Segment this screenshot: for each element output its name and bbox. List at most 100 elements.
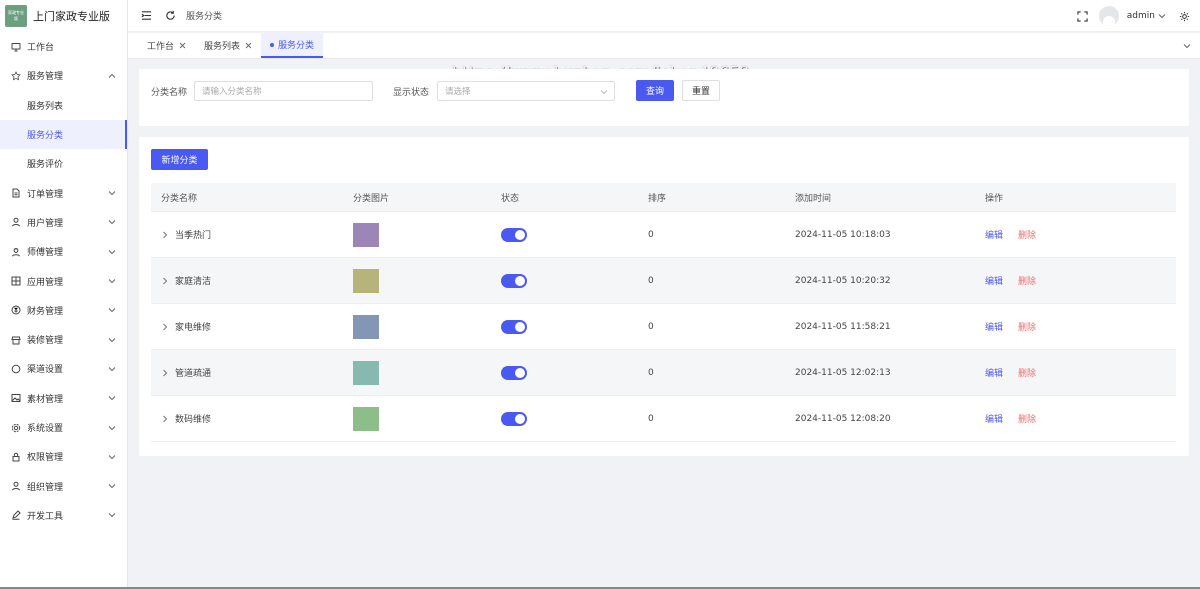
- sidebar-item-9[interactable]: 财务管理: [0, 296, 127, 325]
- refresh-icon[interactable]: [164, 10, 176, 22]
- cell-status: [501, 319, 648, 334]
- category-thumbnail[interactable]: [353, 222, 379, 247]
- sidebar-item-11[interactable]: 渠道设置: [0, 354, 127, 383]
- sidebar-item-6[interactable]: 用户管理: [0, 208, 127, 237]
- sidebar-item-label: 渠道设置: [27, 365, 64, 376]
- brand[interactable]: 家政专业版 上门家政专业版: [0, 0, 127, 32]
- sidebar-item-3[interactable]: 服务分类: [0, 119, 127, 150]
- sidebar-item-7[interactable]: 师傅管理: [0, 237, 127, 266]
- category-name-placeholder: 请输入分类名称: [202, 87, 262, 97]
- cell-sort: 0: [648, 229, 654, 240]
- chevron-down-icon: [108, 484, 116, 489]
- sidebar-item-13[interactable]: 系统设置: [0, 413, 127, 442]
- add-category-button[interactable]: 新增分类: [151, 149, 208, 170]
- sidebar-item-14[interactable]: 权限管理: [0, 442, 127, 471]
- sidebar-item-2[interactable]: 服务列表: [0, 91, 127, 120]
- category-thumbnail[interactable]: [353, 314, 379, 339]
- sidebar-item-5[interactable]: 订单管理: [0, 178, 127, 207]
- close-icon[interactable]: [179, 42, 186, 49]
- cell-time: 2024-11-05 10:20:32: [795, 275, 891, 286]
- delete-link[interactable]: 删除: [1018, 366, 1036, 379]
- edit-link[interactable]: 编辑: [985, 320, 1003, 333]
- sidebar-item-12[interactable]: 素材管理: [0, 384, 127, 413]
- col-header-time: 添加时间: [795, 193, 832, 204]
- sidebar-item-10[interactable]: 装修管理: [0, 325, 127, 354]
- display-status-select[interactable]: 请选择: [437, 81, 615, 101]
- cell-status: [501, 273, 648, 288]
- person-icon: [11, 481, 21, 491]
- tab-2[interactable]: 服务分类: [261, 33, 324, 58]
- status-toggle[interactable]: [501, 365, 527, 380]
- chevron-right-icon[interactable]: [161, 231, 169, 239]
- reset-button[interactable]: 重置: [682, 80, 720, 101]
- worker-icon: [11, 247, 21, 257]
- cell-actions: 编辑 删除: [985, 228, 1176, 241]
- sidebar-item-label: 装修管理: [27, 336, 64, 347]
- cell-time: 2024-11-05 12:08:20: [795, 413, 891, 424]
- tabs-more-chevron-icon[interactable]: [1183, 42, 1191, 50]
- query-button[interactable]: 查询: [636, 80, 674, 101]
- cell-actions: 编辑 删除: [985, 320, 1176, 333]
- avatar[interactable]: [1098, 6, 1119, 26]
- chevron-right-icon[interactable]: [161, 369, 169, 377]
- category-thumbnail[interactable]: [353, 268, 379, 293]
- edit-link[interactable]: 编辑: [985, 228, 1003, 241]
- sidebar-item-16[interactable]: 开发工具: [0, 501, 127, 530]
- tab-1[interactable]: 服务列表: [195, 33, 261, 58]
- fullscreen-icon[interactable]: [1077, 10, 1089, 22]
- col-header-status: 状态: [501, 193, 520, 204]
- cell-status: [501, 411, 648, 426]
- menu-fold-icon[interactable]: [140, 10, 152, 22]
- chevron-right-icon[interactable]: [161, 323, 169, 331]
- delete-link[interactable]: 删除: [1018, 274, 1036, 287]
- settings-gear-icon[interactable]: [1178, 10, 1190, 22]
- brand-logo: 家政专业版: [5, 5, 27, 27]
- category-name-input[interactable]: 请输入分类名称: [194, 81, 373, 101]
- chevron-right-icon[interactable]: [161, 277, 169, 285]
- chevron-down-icon: [108, 220, 116, 225]
- user-icon: [11, 217, 21, 227]
- cell-sort: 0: [648, 367, 654, 378]
- chevron-down-icon[interactable]: [1158, 12, 1166, 20]
- sidebar-item-label: 服务评价: [27, 160, 64, 171]
- category-name: 管道疏通: [175, 369, 212, 379]
- sidebar-item-15[interactable]: 组织管理: [0, 471, 127, 500]
- chevron-down-icon: [108, 454, 116, 460]
- category-thumbnail[interactable]: [353, 360, 379, 385]
- delete-link[interactable]: 删除: [1018, 320, 1036, 333]
- display-status-placeholder: 请选择: [445, 87, 471, 97]
- delete-link[interactable]: 删除: [1018, 412, 1036, 425]
- category-thumbnail[interactable]: [353, 406, 379, 431]
- sidebar-item-1[interactable]: 服务管理: [0, 61, 127, 90]
- category-name: 家庭清洁: [175, 277, 212, 287]
- chevron-down-icon: [108, 337, 116, 342]
- tab-0[interactable]: 工作台: [138, 33, 195, 58]
- sidebar-item-8[interactable]: 应用管理: [0, 266, 127, 295]
- table-header: 分类名称 分类图片 状态 排序 添加时间 操作: [151, 183, 1176, 212]
- user-name[interactable]: admin: [1127, 11, 1155, 21]
- chevron-down-icon: [108, 513, 116, 518]
- close-icon[interactable]: [245, 42, 252, 49]
- edit-link[interactable]: 编辑: [985, 366, 1003, 379]
- table-body: 当季热门 0 2024-11-05 10:18:03 编辑 删除 家庭清洁 0 2024-11…: [151, 212, 1176, 442]
- status-toggle[interactable]: [501, 273, 527, 288]
- sidebar-item-0[interactable]: 工作台: [0, 32, 127, 61]
- sidebar-item-label: 服务列表: [27, 101, 64, 112]
- search-form: 分类名称 请输入分类名称 显示状态 请选择 查询 重置: [139, 69, 1189, 126]
- sidebar-item-label: 财务管理: [27, 306, 64, 317]
- edit-link[interactable]: 编辑: [985, 412, 1003, 425]
- category-table: 分类名称 分类图片 状态 排序 添加时间 操作 当季热门 0 2024-11-05 …: [151, 183, 1176, 442]
- status-toggle[interactable]: [501, 411, 527, 426]
- chevron-down-icon: [108, 308, 116, 313]
- chevron-right-icon[interactable]: [161, 415, 169, 423]
- chevron-down-icon: [108, 367, 116, 372]
- chevron-down-icon: [108, 425, 116, 430]
- sidebar-item-4[interactable]: 服务评价: [0, 149, 127, 178]
- edit-link[interactable]: 编辑: [985, 274, 1003, 287]
- yuan-icon: [11, 305, 21, 315]
- document-icon: [11, 188, 21, 198]
- status-toggle[interactable]: [501, 227, 527, 242]
- chevron-down-icon: [108, 191, 116, 196]
- status-toggle[interactable]: [501, 319, 527, 334]
- delete-link[interactable]: 删除: [1018, 228, 1036, 241]
